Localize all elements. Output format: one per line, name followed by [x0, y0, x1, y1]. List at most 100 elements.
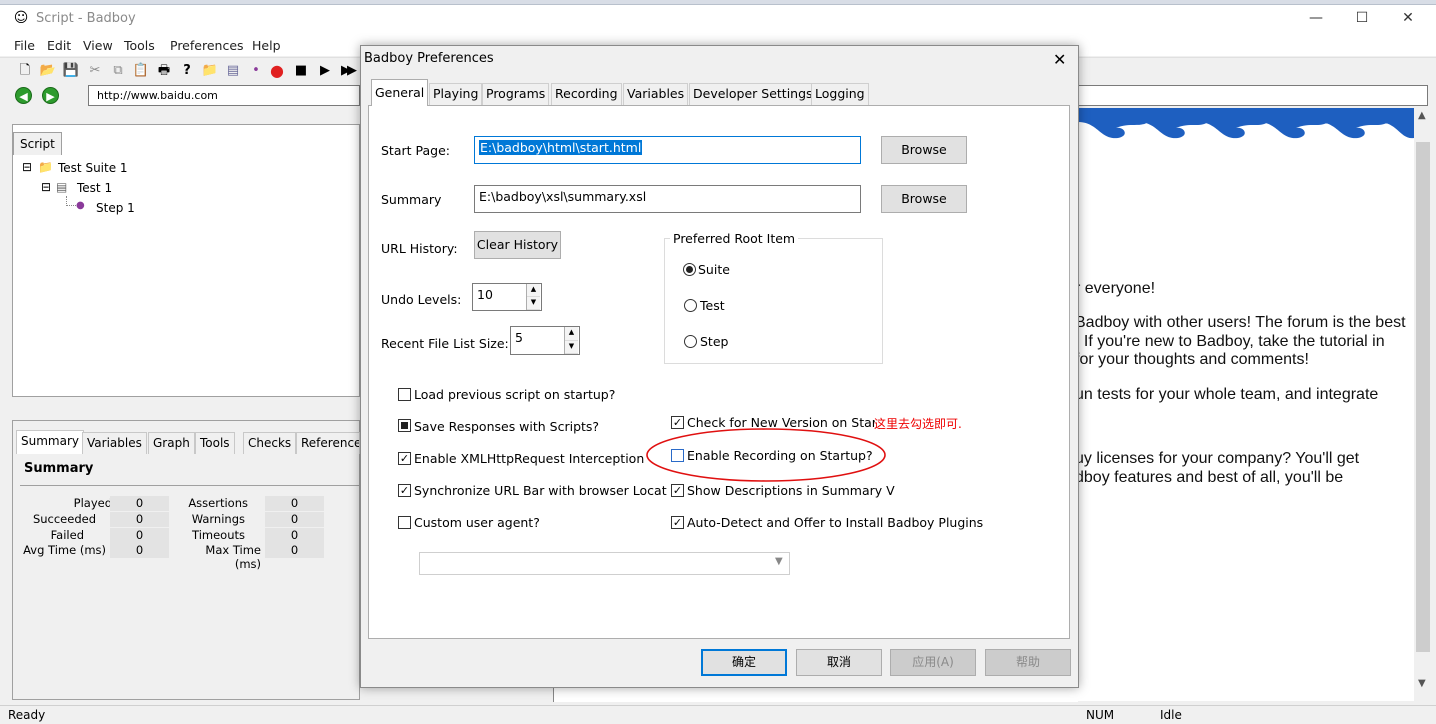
recent-files-spinner[interactable]: ▲ ▼: [564, 327, 578, 354]
page-text-line: dboy features and best of all, you'll be: [1075, 469, 1344, 486]
summary-divider: [20, 485, 360, 486]
page-text-line: for your thoughts and comments!: [1075, 351, 1309, 368]
start-page-label: Start Page:: [381, 143, 450, 158]
start-page-input[interactable]: E:\badboy\html\start.html: [474, 136, 861, 164]
menu-preferences[interactable]: Preferences: [170, 38, 244, 53]
menu-edit[interactable]: Edit: [47, 38, 71, 53]
save-responses-label: Save Responses with Scripts?: [414, 419, 600, 434]
tab-recording[interactable]: Recording: [551, 83, 622, 105]
browse-start-page-button[interactable]: Browse: [881, 136, 967, 164]
url-input[interactable]: http://www.baidu.com: [88, 85, 360, 106]
load-script-label: Load previous script on startup?: [414, 387, 616, 402]
radio-step[interactable]: [684, 335, 697, 348]
stat-label: Warnings: [191, 512, 245, 526]
step-icon: ●: [76, 200, 85, 211]
tab-reference[interactable]: Reference: [296, 432, 360, 454]
add-suite-icon[interactable]: 📁: [201, 62, 219, 80]
sync-url-checkbox[interactable]: ✓: [398, 484, 411, 497]
scroll-up-icon[interactable]: ▲: [1418, 110, 1426, 121]
tab-script[interactable]: Script: [13, 132, 62, 155]
xhr-interception-checkbox[interactable]: ✓: [398, 452, 411, 465]
cut-icon[interactable]: ✂: [86, 62, 104, 80]
menu-file[interactable]: File: [14, 38, 35, 53]
tree-item-step[interactable]: Step 1: [96, 201, 135, 215]
radio-suite[interactable]: [683, 263, 696, 276]
menu-view[interactable]: View: [83, 38, 113, 53]
tab-graph[interactable]: Graph: [148, 432, 195, 454]
page-text-line: uy licenses for your company? You'll get: [1075, 450, 1360, 467]
maximize-button[interactable]: ☐: [1352, 8, 1372, 28]
load-script-checkbox[interactable]: [398, 388, 411, 401]
scroll-down-icon[interactable]: ▼: [1418, 678, 1426, 689]
browser-page[interactable]: [1078, 108, 1414, 701]
status-bar: [0, 705, 1436, 724]
stat-label: Assertions: [188, 496, 248, 510]
undo-levels-spinner[interactable]: ▲ ▼: [526, 284, 540, 310]
ok-button[interactable]: 确定: [701, 649, 787, 676]
forward-arrow-icon[interactable]: ▶: [42, 87, 59, 104]
stat-label: Avg Time (ms): [23, 543, 106, 557]
user-agent-select[interactable]: [419, 552, 790, 575]
copy-icon[interactable]: ⧉: [109, 62, 127, 80]
tab-variables[interactable]: Variables: [623, 83, 689, 105]
tab-logging[interactable]: Logging: [811, 83, 869, 105]
stat-label: Succeeded: [32, 512, 96, 526]
minimize-button[interactable]: —: [1306, 8, 1326, 28]
play-all-icon[interactable]: ▶▶: [338, 62, 357, 80]
clear-history-button[interactable]: Clear History: [474, 231, 561, 259]
stat-value: 0: [265, 543, 324, 558]
close-button[interactable]: ✕: [1398, 8, 1418, 28]
menu-help[interactable]: Help: [252, 38, 281, 53]
tab-checks[interactable]: Checks: [243, 432, 297, 454]
stop-icon[interactable]: ■: [292, 62, 310, 80]
xhr-interception-label: Enable XMLHttpRequest Interception: [414, 451, 645, 466]
tab-summary[interactable]: Summary: [16, 430, 84, 454]
tab-variables[interactable]: Variables: [82, 432, 147, 454]
stat-value: 0: [265, 512, 324, 527]
show-descriptions-checkbox[interactable]: ✓: [671, 484, 684, 497]
dialog-close-icon[interactable]: ✕: [1053, 50, 1066, 69]
scrollbar-thumb[interactable]: [1416, 142, 1430, 652]
tree-item-test[interactable]: Test 1: [77, 181, 112, 195]
url-input-extension[interactable]: [1078, 85, 1428, 106]
cancel-button[interactable]: 取消: [796, 649, 882, 676]
url-history-label: URL History:: [381, 241, 458, 256]
open-folder-icon[interactable]: 📂: [39, 62, 57, 80]
stat-label: Played: [73, 496, 112, 510]
page-text-line: . If you're new to Badboy, take the tuto…: [1075, 333, 1385, 350]
title-bar: [0, 5, 1436, 34]
summary-heading: Summary: [24, 461, 94, 476]
save-responses-checkbox[interactable]: [398, 419, 411, 432]
tree-toggle-suite[interactable]: ⊟: [22, 160, 32, 174]
print-icon[interactable]: 🖶: [155, 62, 173, 80]
new-file-icon[interactable]: 🗋: [16, 62, 34, 80]
back-arrow-icon[interactable]: ◀: [15, 87, 32, 104]
summary-input[interactable]: E:\badboy\xsl\summary.xsl: [474, 185, 861, 213]
stat-label: Failed: [50, 528, 84, 542]
annotation-ellipse: [646, 428, 886, 482]
status-state: Idle: [1160, 708, 1182, 722]
tab-developer-settings[interactable]: Developer Settings: [689, 83, 817, 105]
record-icon[interactable]: ●: [268, 62, 286, 80]
tree-item-suite[interactable]: Test Suite 1: [58, 161, 128, 175]
paste-icon[interactable]: 📋: [132, 62, 150, 80]
help-icon[interactable]: ?: [178, 62, 196, 80]
status-num: NUM: [1086, 708, 1115, 722]
menu-tools[interactable]: Tools: [124, 38, 155, 53]
badboy-app-icon: ☺: [13, 10, 29, 26]
tab-tools[interactable]: Tools: [195, 432, 235, 454]
tab-playing[interactable]: Playing: [429, 83, 483, 105]
tab-general[interactable]: General: [371, 79, 429, 106]
add-step-icon[interactable]: •: [247, 62, 265, 80]
play-icon[interactable]: ▶: [316, 62, 334, 80]
tab-programs[interactable]: Programs: [482, 83, 550, 105]
radio-test[interactable]: [684, 299, 697, 312]
browse-summary-button[interactable]: Browse: [881, 185, 967, 213]
auto-detect-plugins-checkbox[interactable]: ✓: [671, 516, 684, 529]
tree-toggle-test[interactable]: ⊟: [41, 180, 51, 194]
add-test-icon[interactable]: ▤: [224, 62, 242, 80]
save-icon[interactable]: 💾: [62, 62, 80, 80]
help-button[interactable]: 帮助: [985, 649, 1071, 676]
apply-button[interactable]: 应用(A): [890, 649, 976, 676]
custom-agent-checkbox[interactable]: [398, 516, 411, 529]
